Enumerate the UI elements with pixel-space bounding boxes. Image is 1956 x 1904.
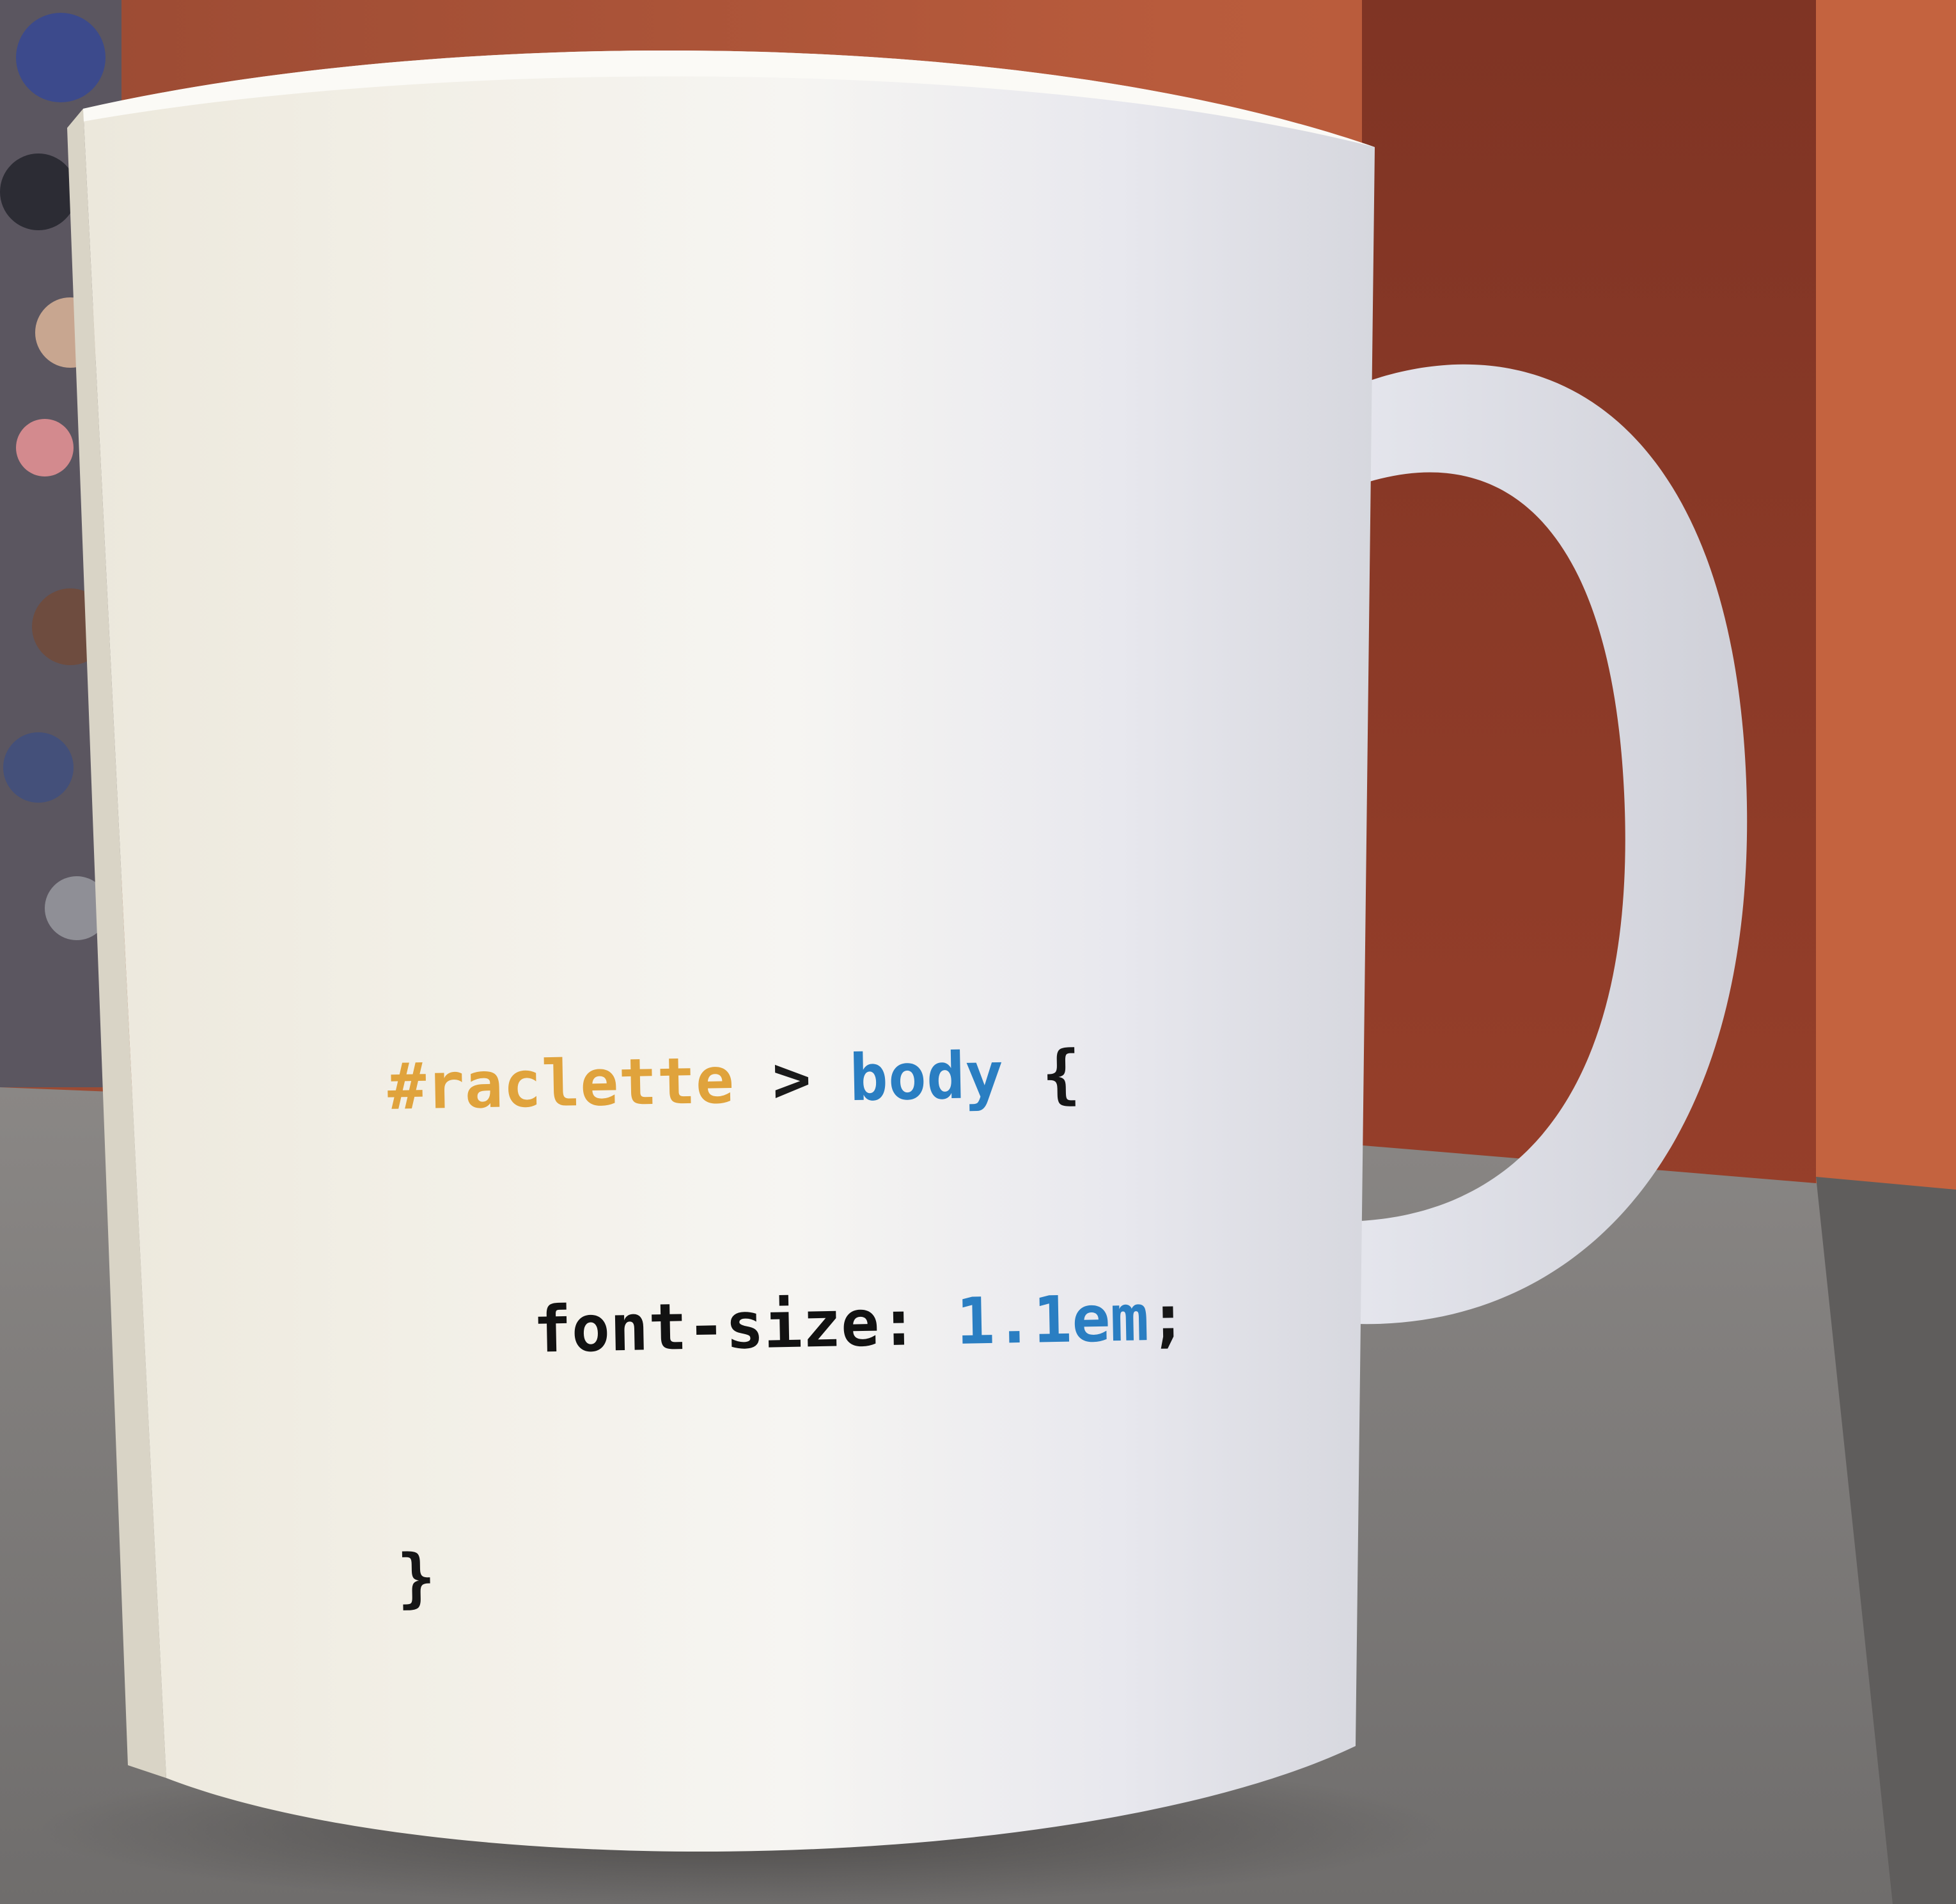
css-open-brace: { [1041,1036,1081,1112]
css-close-brace: } [396,1539,437,1616]
css-semicolon: ; [1148,1280,1188,1356]
mug-css-print: #raclette > body { font-size: 1.1em; } [384,867,1196,1783]
css-line-declaration: font-size: 1.1em; [391,1277,1188,1374]
css-selector-id: #raclette [387,1042,735,1124]
css-line-close: } [396,1522,1193,1619]
photo-scene: #raclette > body { font-size: 1.1em; } [0,0,1956,1904]
css-line-selector: #raclette > body { [387,1031,1184,1128]
css-element-selector: body [849,1037,1005,1116]
css-child-combinator: > [771,1041,812,1117]
css-property: font-size: [532,1285,919,1367]
css-value: 1.1em [955,1280,1150,1359]
